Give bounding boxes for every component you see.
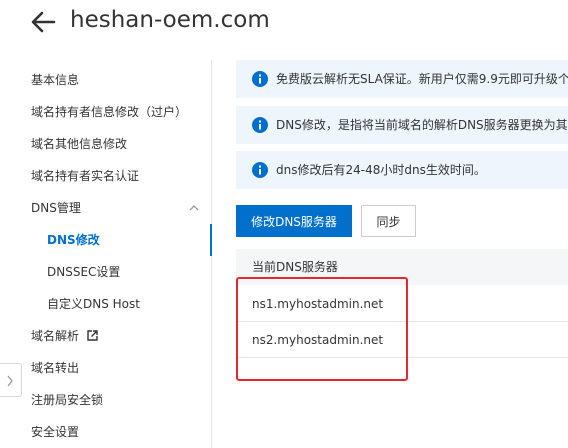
sidebar-item-basic-info[interactable]: 基本信息 (0, 64, 211, 96)
sync-button[interactable]: 同步 (361, 205, 416, 237)
page-title: heshan-oem.com (70, 7, 270, 33)
sidebar-item-other-info[interactable]: 域名其他信息修改 (0, 128, 211, 160)
sidebar-item-label: 安全设置 (31, 425, 80, 439)
sidebar-item-transfer-out[interactable]: 域名转出 (0, 352, 211, 384)
page: heshan-oem.com 基本信息 域名持有者信息修改（过户） 域名其他信息… (0, 0, 568, 448)
chevron-right-icon (7, 375, 13, 387)
sidebar-item-custom-dns-host[interactable]: 自定义DNS Host (0, 288, 211, 320)
sidebar-item-label: DNS管理 (31, 201, 81, 215)
sidebar-item-dnssec[interactable]: DNSSEC设置 (0, 256, 211, 288)
notice-free-plan: 免费版云解析无SLA保证。新用户仅需9.9元即可升级个人版 (236, 60, 568, 98)
dns-server-value: ns1.myhostadmin.net (252, 297, 384, 311)
sidebar-item-label: DNSSEC设置 (47, 265, 121, 279)
info-icon (252, 71, 268, 87)
dns-server-value: ns2.myhostadmin.net (252, 333, 384, 347)
sidebar-collapse-button[interactable] (0, 363, 22, 397)
chevron-up-icon (189, 205, 199, 211)
sidebar-item-label: 域名持有者信息修改（过户） (31, 105, 188, 119)
dns-table-header: 当前DNS服务器 (236, 249, 568, 285)
sidebar-item-label: DNS修改 (47, 233, 100, 247)
info-icon (252, 162, 268, 178)
sidebar-item-registry-lock[interactable]: 注册局安全锁 (0, 384, 211, 416)
info-icon (252, 117, 268, 133)
sidebar-group-dns-management[interactable]: DNS管理 (0, 192, 211, 224)
notice-text: dns修改后有24-48小时dns生效时间。 (276, 163, 486, 177)
sidebar-item-label: 域名解析 (31, 329, 80, 343)
sidebar-item-dns-modify[interactable]: DNS修改 (0, 224, 212, 256)
header: heshan-oem.com (0, 0, 568, 44)
sidebar-item-security-settings[interactable]: 安全设置 (0, 416, 211, 448)
sidebar-item-real-name[interactable]: 域名持有者实名认证 (0, 160, 211, 192)
notice-text: 免费版云解析无SLA保证。新用户仅需9.9元即可升级个人版 (276, 72, 568, 86)
sidebar-item-label: 自定义DNS Host (47, 297, 140, 311)
sidebar-item-label: 域名持有者实名认证 (31, 169, 140, 183)
sidebar: 基本信息 域名持有者信息修改（过户） 域名其他信息修改 域名持有者实名认证 DN… (0, 60, 212, 448)
sidebar-item-label: 域名转出 (31, 361, 80, 375)
external-link-icon (87, 330, 98, 341)
sidebar-item-label: 域名其他信息修改 (31, 137, 128, 151)
notice-dns-modify: DNS修改，是指将当前域名的解析DNS服务器更换为其他DNS服务器 (236, 106, 568, 144)
sidebar-item-label: 注册局安全锁 (31, 393, 104, 407)
table-row: ns2.myhostadmin.net (236, 322, 568, 358)
notice-dns-effective-time: dns修改后有24-48小时dns生效时间。 (236, 151, 568, 189)
sidebar-item-owner-transfer[interactable]: 域名持有者信息修改（过户） (0, 96, 211, 128)
arrow-left-icon[interactable] (30, 10, 56, 34)
modify-dns-server-button[interactable]: 修改DNS服务器 (236, 205, 352, 237)
sidebar-item-label: 基本信息 (31, 73, 80, 87)
notice-text: DNS修改，是指将当前域名的解析DNS服务器更换为其他DNS服务器 (276, 118, 568, 132)
table-row: ns1.myhostadmin.net (236, 286, 568, 322)
sidebar-item-dns-resolution[interactable]: 域名解析 (0, 320, 211, 352)
